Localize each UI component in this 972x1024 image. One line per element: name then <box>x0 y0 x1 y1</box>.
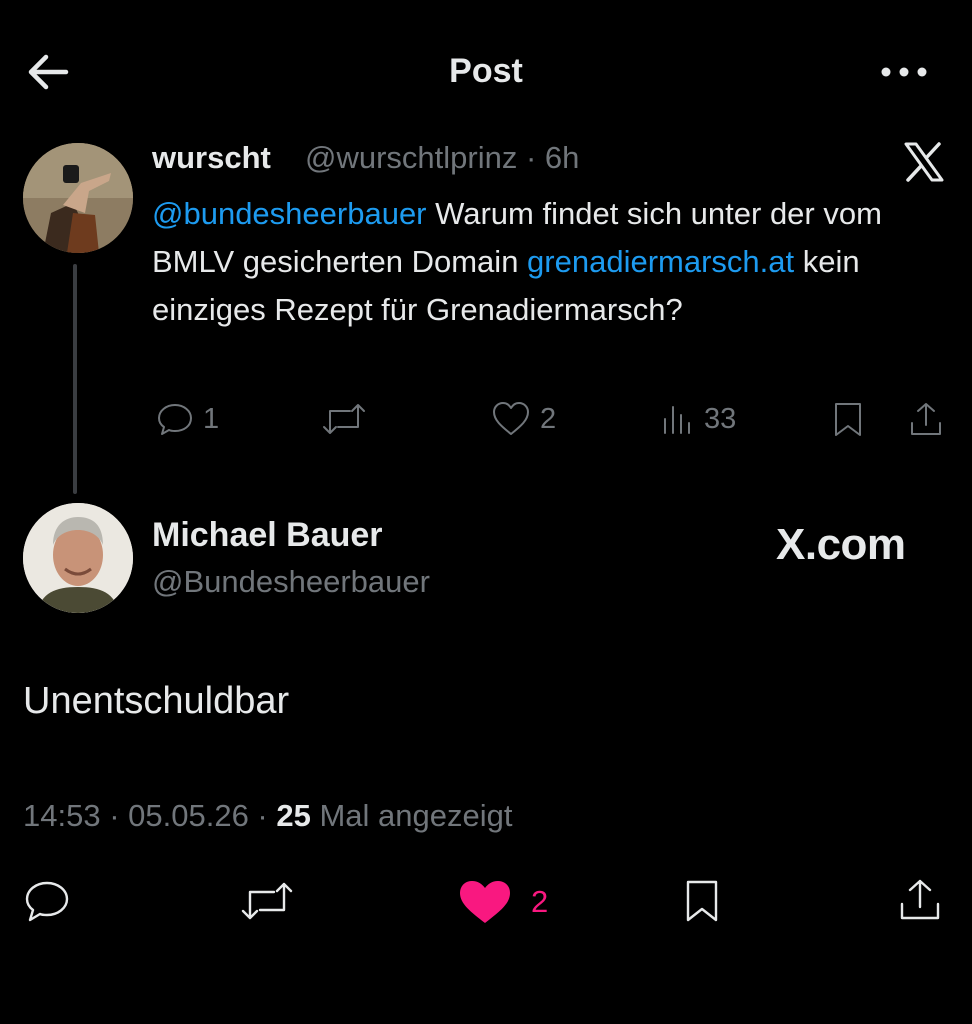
views-button[interactable]: 33 <box>660 399 736 439</box>
reply-count: 1 <box>203 402 220 435</box>
x-logo-icon <box>903 142 945 182</box>
page-title: Post <box>449 52 523 90</box>
author-handle[interactable]: @Bundesheerbauer <box>152 564 430 600</box>
retweet-icon <box>241 882 293 920</box>
domain-link[interactable]: grenadiermarsch.at <box>527 244 794 279</box>
more-button[interactable] <box>876 58 932 86</box>
retweet-button[interactable] <box>320 399 368 439</box>
view-count: 33 <box>704 402 737 435</box>
display-name[interactable]: wurscht <box>152 140 271 176</box>
reply-icon <box>25 881 69 922</box>
bookmark-button[interactable] <box>828 399 868 439</box>
bookmark-icon <box>686 880 718 922</box>
share-button[interactable] <box>896 876 944 924</box>
x-watermark: X.com <box>776 520 906 569</box>
retweet-button[interactable] <box>238 878 296 924</box>
bookmark-icon <box>835 403 861 436</box>
handle-and-time: @wurschtlprinz · 6h <box>305 140 580 175</box>
share-icon <box>911 403 941 435</box>
mention-link[interactable]: @bundesheerbauer <box>152 196 427 231</box>
post-date: 05.05.26 <box>128 798 249 833</box>
post-view-count: 25 <box>276 798 311 833</box>
reply-icon <box>158 404 192 435</box>
views-icon <box>664 406 690 434</box>
post-text: Unentschuldbar <box>23 680 290 722</box>
avatar[interactable] <box>23 143 133 253</box>
share-button[interactable] <box>906 399 946 439</box>
author-name[interactable]: Michael Bauer <box>152 516 383 555</box>
like-button[interactable]: 2 <box>457 878 548 926</box>
more-icon <box>881 67 927 77</box>
thread-line <box>73 264 77 494</box>
like-icon <box>460 881 510 923</box>
post-meta: 14:53 · 05.05.26 · 25 Mal angezeigt <box>23 798 513 833</box>
avatar[interactable] <box>23 503 133 613</box>
reply-button[interactable]: 1 <box>155 399 219 439</box>
bookmark-button[interactable] <box>680 878 724 924</box>
post-time: 14:53 <box>23 798 101 833</box>
reply-button[interactable] <box>22 878 72 924</box>
like-button[interactable]: 2 <box>490 399 556 439</box>
retweet-icon <box>323 404 365 434</box>
like-count: 2 <box>531 884 549 919</box>
like-icon <box>493 402 529 435</box>
post-views-label: Mal angezeigt <box>319 798 513 833</box>
like-count: 2 <box>540 402 557 435</box>
share-icon <box>900 879 940 920</box>
tweet-text: @bundesheerbauer Warum findet sich unter… <box>152 190 962 334</box>
